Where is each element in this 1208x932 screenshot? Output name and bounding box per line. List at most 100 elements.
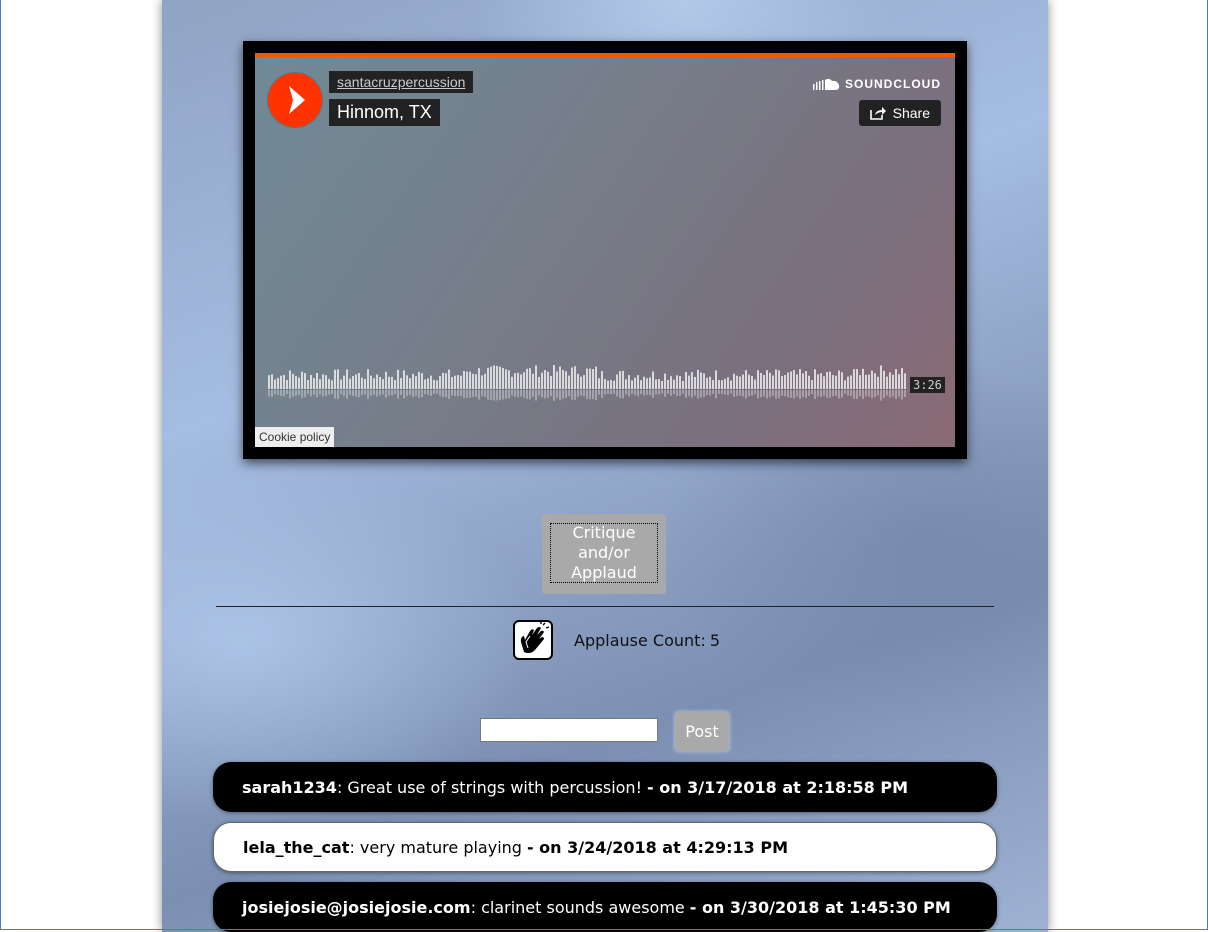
waveform-bar — [523, 372, 525, 389]
waveform-reflection — [658, 390, 660, 395]
waveform-reflection — [697, 390, 699, 399]
waveform-bar — [661, 380, 663, 389]
play-button[interactable] — [268, 73, 322, 127]
waveform-bar — [298, 377, 300, 389]
waveform-bar — [787, 372, 789, 389]
waveform-reflection — [394, 390, 396, 395]
waveform-bar — [283, 374, 285, 389]
waveform-bar — [361, 377, 363, 389]
waveform-reflection — [493, 390, 495, 401]
waveform-bar — [754, 379, 756, 389]
waveform-bar — [619, 371, 621, 389]
waveform-reflection — [736, 390, 738, 396]
waveform-reflection — [406, 390, 408, 397]
track-title[interactable]: Hinnom, TX — [329, 99, 440, 126]
waveform-bar — [628, 375, 630, 389]
waveform-reflection — [853, 390, 855, 399]
waveform-reflection — [397, 390, 399, 399]
waveform-bar — [286, 380, 288, 389]
waveform-bar — [658, 379, 660, 389]
waveform-reflection — [490, 390, 492, 401]
waveform-reflection — [478, 390, 480, 400]
waveform-bar — [409, 378, 411, 389]
waveform-bar — [772, 375, 774, 389]
waveform-reflection — [361, 390, 363, 396]
waveform-reflection — [748, 390, 750, 397]
waveform-bar — [841, 372, 843, 389]
waveform-bar — [589, 368, 591, 389]
cookie-policy-link[interactable]: Cookie policy — [255, 427, 335, 447]
waveform-bar — [277, 378, 279, 389]
soundcloud-logo[interactable]: SOUNDCLOUD — [813, 77, 941, 91]
waveform-reflection — [448, 390, 450, 399]
waveform-bar — [469, 371, 471, 389]
waveform-reflection — [823, 390, 825, 396]
waveform-bar — [472, 373, 474, 389]
waveform-bar — [334, 369, 336, 389]
waveform-reflection — [544, 390, 546, 399]
waveform-reflection — [592, 390, 594, 399]
waveform-reflection — [508, 390, 510, 399]
waveform-reflection — [355, 390, 357, 397]
share-button[interactable]: Share — [858, 100, 941, 126]
waveform-bar — [442, 372, 444, 389]
comment-text: very mature playing — [359, 837, 522, 857]
waveform-reflection — [487, 390, 489, 400]
waveform-bar — [574, 366, 576, 389]
waveform-reflection — [865, 390, 867, 397]
waveform-reflection — [283, 390, 285, 397]
waveform-bar — [370, 375, 372, 389]
artist-link[interactable]: santacruzpercussion — [329, 71, 474, 93]
waveform-reflection — [679, 390, 681, 396]
waveform-bar — [394, 380, 396, 389]
applause-icon[interactable] — [513, 620, 553, 660]
waveform-bar — [556, 371, 558, 389]
waveform-bar — [514, 373, 516, 389]
waveform-bar — [757, 370, 759, 389]
critique-button-wrapper: Critique and/or Applaud — [542, 514, 666, 594]
waveform-bar — [571, 367, 573, 389]
waveform-bar — [268, 375, 270, 389]
waveform-bar — [742, 374, 744, 389]
waveform-reflection — [832, 390, 834, 397]
waveform-reflection — [316, 390, 318, 398]
waveform-reflection — [829, 390, 831, 398]
waveform-reflection — [826, 390, 828, 398]
waveform-reflection — [295, 390, 297, 396]
waveform-bar — [343, 375, 345, 389]
waveform-reflection — [886, 390, 888, 396]
post-button[interactable]: Post — [675, 712, 729, 751]
waveform-reflection — [304, 390, 306, 398]
waveform-reflection — [379, 390, 381, 396]
waveform-bar — [790, 371, 792, 389]
waveform-reflection — [844, 390, 846, 394]
waveform-bar — [835, 375, 837, 389]
share-icon — [869, 107, 886, 120]
share-label: Share — [892, 105, 930, 121]
waveform-reflection — [640, 390, 642, 394]
waveform-bar — [391, 376, 393, 389]
comment-item: josiejosie@josiejosie.com: clarinet soun… — [213, 882, 997, 932]
waveform-bar — [610, 380, 612, 389]
waveform-bar — [547, 371, 549, 389]
waveform-reflection — [637, 390, 639, 397]
waveform-reflection — [589, 390, 591, 400]
waveform-reflection — [463, 390, 465, 399]
waveform[interactable] — [268, 357, 908, 407]
waveform-reflection — [622, 390, 624, 399]
critique-applaud-button[interactable]: Critique and/or Applaud — [550, 523, 658, 583]
waveform-bar — [499, 366, 501, 389]
waveform-bar — [538, 376, 540, 389]
waveform-bar — [601, 371, 603, 389]
waveform-reflection — [598, 390, 600, 395]
waveform-reflection — [793, 390, 795, 399]
waveform-bar — [352, 375, 354, 389]
waveform-reflection — [769, 390, 771, 398]
waveform-bar — [712, 380, 714, 389]
waveform-bar — [457, 375, 459, 389]
comment-input[interactable] — [480, 718, 658, 742]
waveform-bar — [844, 380, 846, 389]
waveform-bar — [889, 372, 891, 389]
waveform-reflection — [352, 390, 354, 396]
waveform-bar — [421, 373, 423, 389]
